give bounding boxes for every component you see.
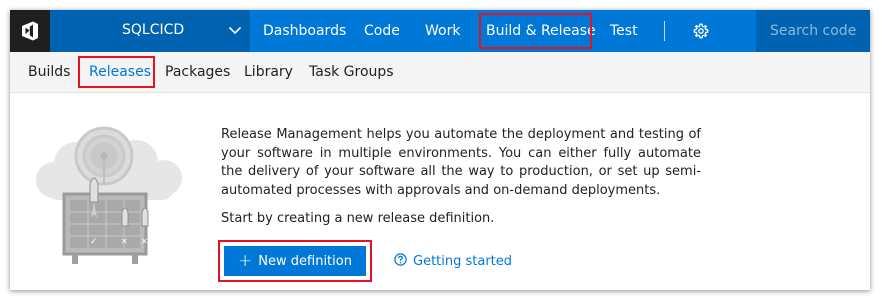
- sub-nav-bar: Builds Releases Packages Library Task Gr…: [10, 52, 870, 93]
- start-hint: Start by creating a new release definiti…: [221, 211, 495, 226]
- project-selector[interactable]: SQLCICD: [50, 10, 250, 52]
- nav-divider: [664, 21, 665, 41]
- new-definition-label: New definition: [258, 253, 352, 269]
- svg-text:✕: ✕: [121, 237, 128, 246]
- tab-task-groups[interactable]: Task Groups: [309, 52, 394, 92]
- nav-work[interactable]: Work: [425, 10, 460, 52]
- nav-dashboards[interactable]: Dashboards: [263, 10, 346, 52]
- nav-code[interactable]: Code: [364, 10, 400, 52]
- svg-text:✓: ✓: [90, 237, 98, 247]
- release-management-description: Release Management helps you automate th…: [221, 127, 701, 198]
- getting-started-link[interactable]: Getting started: [394, 250, 512, 272]
- search-input[interactable]: [770, 21, 862, 41]
- svg-text:✕: ✕: [141, 237, 148, 246]
- top-nav-bar: SQLCICD Dashboards Code Work Build & Rel…: [10, 10, 870, 52]
- getting-started-label: Getting started: [413, 253, 513, 269]
- nav-test[interactable]: Test: [610, 10, 638, 52]
- chevron-down-icon: [228, 23, 242, 41]
- plus-icon: +: [238, 250, 253, 271]
- release-illustration-icon: ✓ ✕ ✕: [24, 122, 196, 274]
- vsts-window: SQLCICD Dashboards Code Work Build & Rel…: [10, 10, 870, 290]
- tab-builds[interactable]: Builds: [28, 52, 70, 92]
- tab-library[interactable]: Library: [244, 52, 293, 92]
- gear-icon[interactable]: [693, 23, 709, 43]
- vsts-logo-icon[interactable]: [10, 10, 50, 52]
- tab-packages[interactable]: Packages: [165, 52, 230, 92]
- new-definition-button[interactable]: + New definition: [224, 246, 366, 276]
- help-circle-icon: [394, 252, 407, 270]
- nav-build-release[interactable]: Build & Release: [486, 10, 596, 52]
- tab-releases[interactable]: Releases: [89, 52, 151, 92]
- project-name: SQLCICD: [122, 22, 185, 38]
- search-box: [756, 10, 870, 52]
